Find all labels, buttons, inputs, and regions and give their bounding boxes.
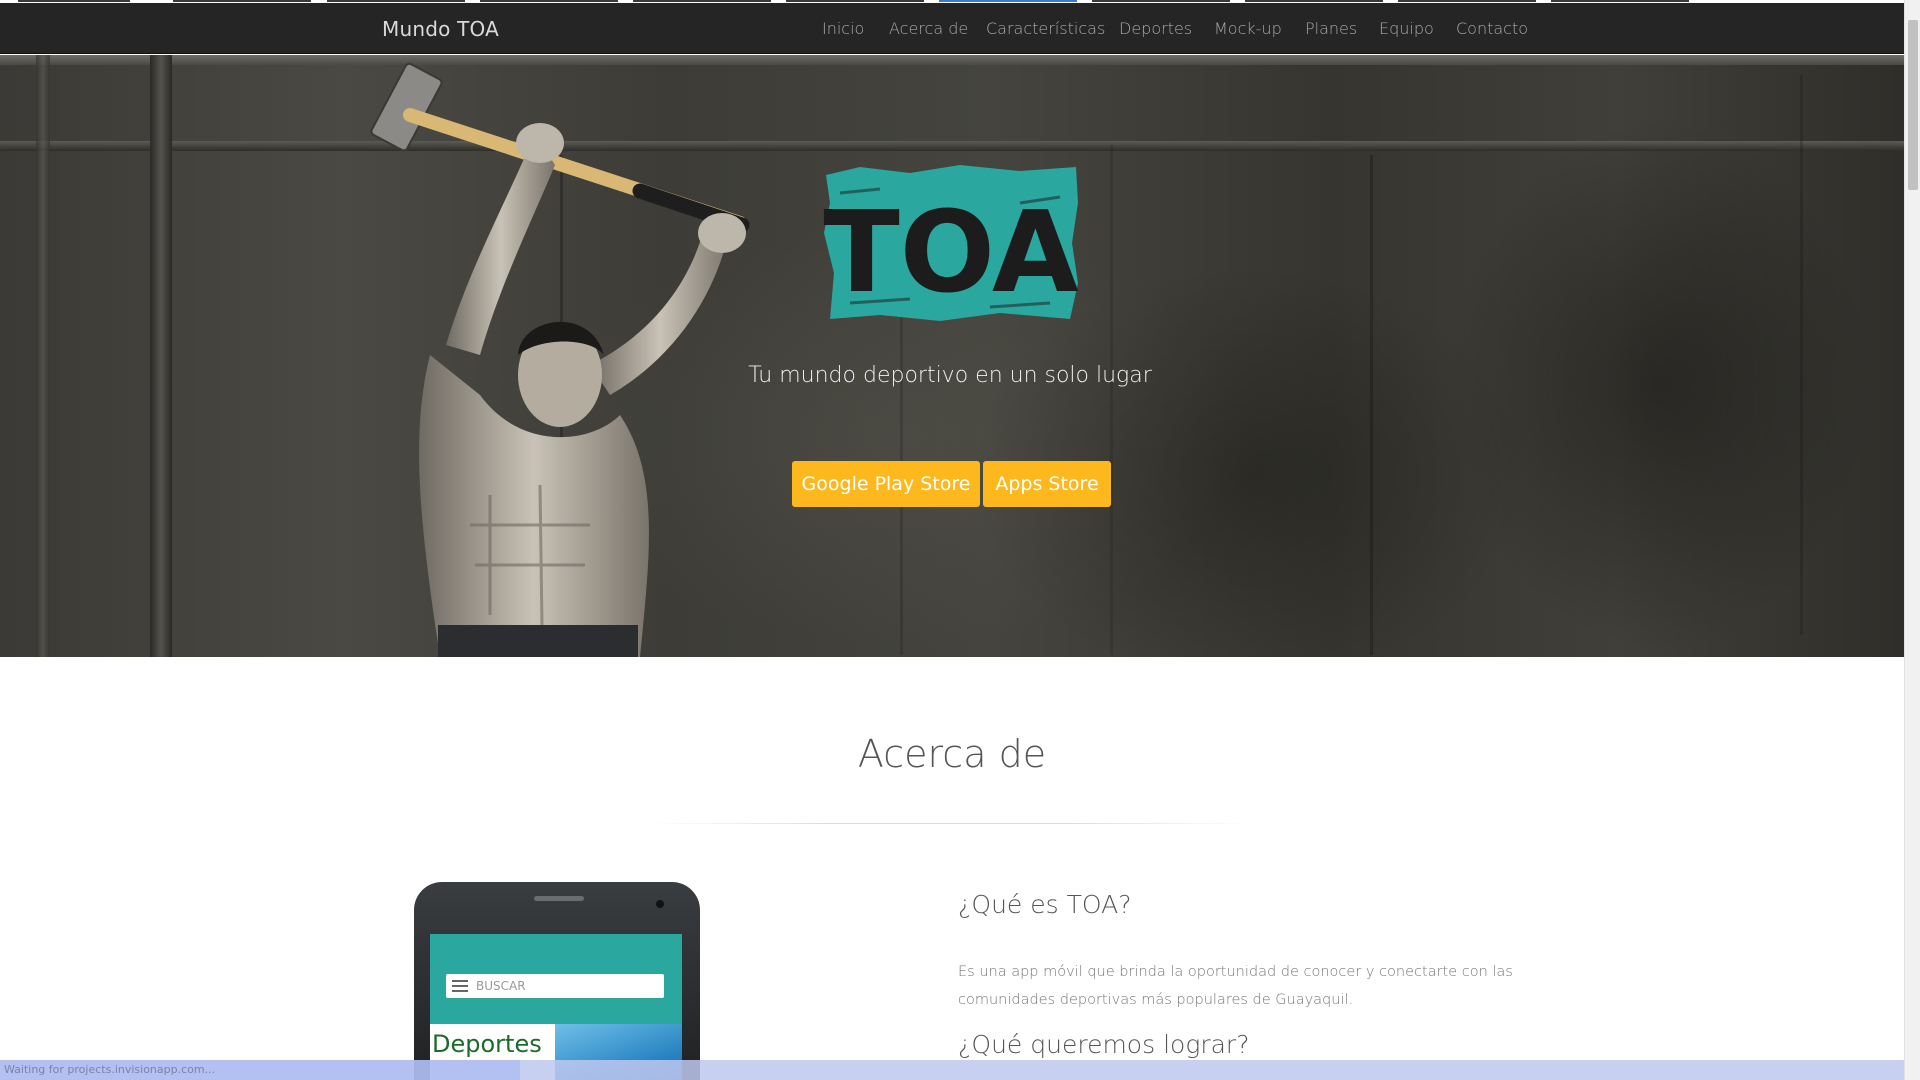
phone-camera — [656, 900, 664, 908]
browser-tab[interactable] — [1551, 0, 1689, 2]
app-search-box: BUSCAR — [446, 974, 664, 998]
browser-tab[interactable] — [173, 0, 311, 2]
nav-link-equipo[interactable]: Equipo — [1379, 19, 1434, 38]
status-text: Waiting for projects.invisionapp.com... — [4, 1063, 216, 1076]
browser-tab[interactable] — [1245, 0, 1383, 2]
browser-tab[interactable] — [18, 0, 130, 2]
top-navbar: Mundo TOA Inicio Acerca de Característic… — [0, 3, 1904, 54]
nav-link-deportes[interactable]: Deportes — [1119, 19, 1192, 38]
nav-link-mock-up[interactable]: Mock-up — [1214, 19, 1282, 38]
app-deportes-heading: Deportes — [432, 1030, 542, 1058]
hero-ceiling-beam — [0, 55, 1904, 65]
brand-link[interactable]: Mundo TOA — [382, 17, 499, 41]
toa-logo-text: TOA — [823, 188, 1079, 318]
what-is-toa-text: Es una app móvil que brinda la oportunid… — [958, 964, 1513, 1008]
hero-vertical-pipe — [150, 55, 172, 657]
browser-status-bar: Waiting for projects.invisionapp.com... — [0, 1060, 1904, 1080]
google-play-store-button[interactable]: Google Play Store — [792, 461, 980, 507]
wall-streak — [1370, 155, 1373, 655]
goal-heading: ¿Qué queremos lograr? — [958, 1030, 1250, 1059]
hero-tagline: Tu mundo deportivo en un solo lugar — [748, 363, 1152, 388]
hamburger-menu-icon — [452, 980, 468, 992]
what-is-toa-heading: ¿Qué es TOA? — [958, 890, 1132, 919]
hero-horizontal-pipe — [0, 141, 1904, 151]
nav-link-acerca-de[interactable]: Acerca de — [889, 19, 968, 38]
wall-streak — [1110, 145, 1113, 655]
phone-speaker — [534, 896, 584, 901]
hero-vertical-pipe — [36, 55, 50, 657]
app-search-placeholder: BUSCAR — [476, 979, 526, 993]
browser-tab[interactable] — [327, 0, 465, 2]
phone-screen: BUSCAR Deportes — [430, 934, 682, 1080]
phone-mockup: BUSCAR Deportes — [414, 882, 700, 1080]
wall-streak — [1800, 75, 1803, 635]
toa-logo: TOA — [823, 165, 1079, 321]
nav-link-planes[interactable]: Planes — [1305, 19, 1357, 38]
browser-tab[interactable] — [1092, 0, 1230, 2]
browser-tab[interactable] — [480, 0, 618, 2]
hero-section: TOA Tu mundo deportivo en un solo lugar … — [0, 55, 1904, 657]
about-section-title: Acerca de — [857, 732, 1047, 776]
browser-tab[interactable] — [633, 0, 771, 2]
nav-link-caracteristicas[interactable]: Características — [986, 19, 1105, 38]
apps-store-button[interactable]: Apps Store — [983, 461, 1111, 507]
nav-link-inicio[interactable]: Inicio — [822, 19, 864, 38]
scrollbar-thumb[interactable] — [1908, 20, 1918, 190]
nav-link-contacto[interactable]: Contacto — [1456, 19, 1528, 38]
browser-tab[interactable] — [786, 0, 924, 2]
browser-tab[interactable] — [1398, 0, 1536, 2]
browser-tab-active[interactable] — [939, 0, 1077, 2]
section-divider — [650, 823, 1250, 824]
page-scrollbar[interactable] — [1904, 0, 1920, 1080]
athlete-hero-image — [370, 62, 750, 657]
